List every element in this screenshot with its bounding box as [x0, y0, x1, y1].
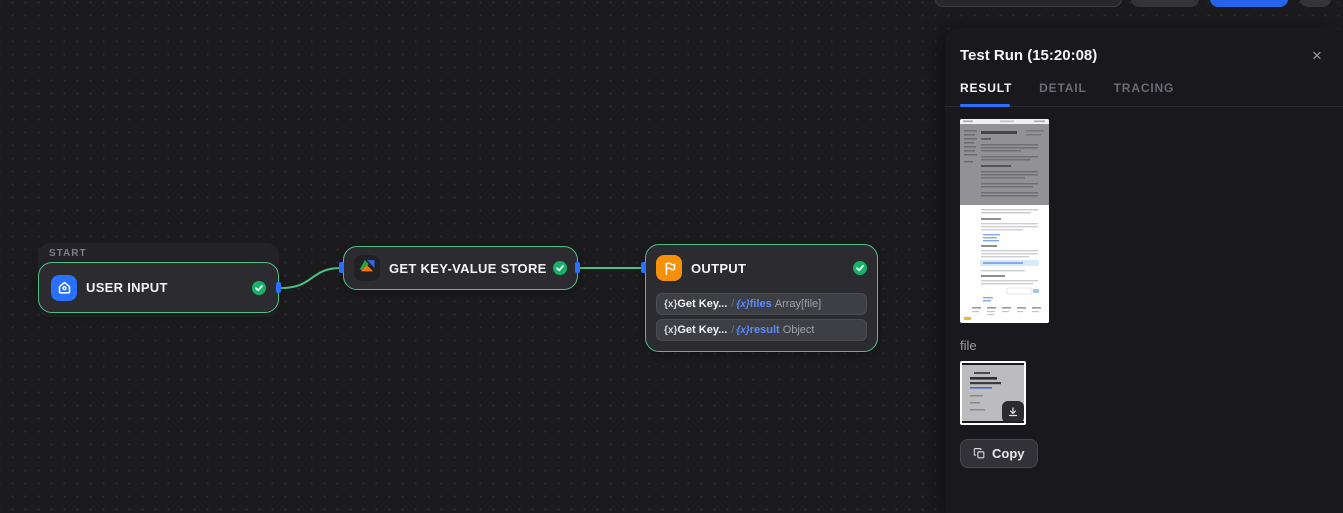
file-variable-label: file: [960, 338, 977, 353]
output-variable-row[interactable]: {x} Get Key... / {x} files Array[file]: [656, 293, 867, 315]
panel-title: Test Run (15:20:08): [960, 46, 1098, 64]
toolbar-input[interactable]: [935, 0, 1122, 7]
panel-tabs: RESULT DETAIL TRACING: [945, 77, 1343, 107]
handle-user-input-out[interactable]: [276, 282, 281, 293]
download-icon: [1008, 407, 1018, 417]
success-check-icon: [853, 261, 867, 275]
close-icon[interactable]: ×: [1307, 45, 1327, 65]
variable-icon: {x}: [664, 324, 678, 336]
copy-icon: [973, 448, 985, 459]
variable-separator: /: [731, 298, 735, 310]
variable-separator: /: [731, 324, 735, 336]
flag-icon: [656, 255, 682, 281]
tab-tracing[interactable]: TRACING: [1114, 77, 1175, 106]
copy-button-label: Copy: [992, 446, 1025, 461]
result-image-preview[interactable]: [960, 119, 1049, 323]
variable-icon-blue: {x}: [736, 298, 750, 310]
file-thumbnail[interactable]: [960, 361, 1026, 425]
app-screen: START USER INPUT GET KEY-VALUE STORE OUT…: [0, 0, 1343, 513]
handle-get-kv-in[interactable]: [339, 262, 344, 273]
kv-store-tool-logo-icon: [354, 255, 380, 281]
variable-name: files: [749, 298, 772, 310]
tab-result[interactable]: RESULT: [960, 77, 1012, 106]
toolbar-icon-button[interactable]: [1300, 0, 1331, 7]
tab-detail[interactable]: DETAIL: [1039, 77, 1086, 106]
copy-button[interactable]: Copy: [960, 439, 1038, 468]
test-run-panel: Test Run (15:20:08) × RESULT DETAIL TRAC…: [945, 28, 1343, 513]
success-check-icon: [252, 280, 266, 295]
output-variable-row[interactable]: {x} Get Key... / {x} result Object: [656, 319, 867, 341]
active-tab-underline: [960, 104, 1010, 107]
download-button[interactable]: [1002, 401, 1024, 423]
node-title: OUTPUT: [691, 260, 747, 276]
node-user-input[interactable]: USER INPUT: [38, 262, 279, 313]
handle-output-in[interactable]: [641, 262, 646, 273]
variable-icon-blue: {x}: [736, 324, 750, 336]
node-title: GET KEY-VALUE STORE RE: [389, 260, 549, 276]
variable-type: Array[file]: [774, 298, 822, 310]
success-check-icon: [553, 261, 567, 275]
node-title: USER INPUT: [86, 280, 168, 295]
node-get-key-value-store[interactable]: GET KEY-VALUE STORE RE: [343, 246, 578, 290]
toolbar-primary-button[interactable]: [1210, 0, 1288, 7]
variable-type: Object: [782, 324, 815, 336]
home-icon: [51, 274, 77, 301]
start-group-label: START: [49, 248, 87, 259]
toolbar-button[interactable]: [1131, 0, 1199, 7]
variable-source: Get Key...: [677, 324, 728, 336]
variable-icon: {x}: [664, 298, 678, 310]
variable-name: result: [749, 324, 780, 336]
variable-source: Get Key...: [677, 298, 728, 310]
handle-get-kv-out[interactable]: [575, 262, 580, 273]
node-output[interactable]: OUTPUT {x} Get Key... / {x} files Array[…: [645, 244, 878, 352]
